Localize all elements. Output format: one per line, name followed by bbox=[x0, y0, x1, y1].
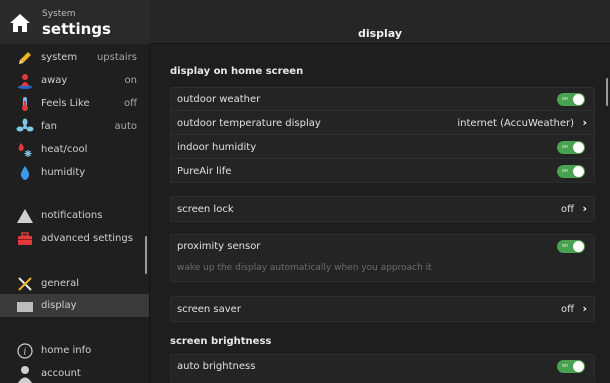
proximity-sensor-toggle[interactable]: on bbox=[557, 240, 585, 253]
sidebar: System settings system upstairs away on … bbox=[0, 0, 150, 383]
page-title: display bbox=[357, 27, 403, 40]
screen-saver-card: screen saver off › bbox=[170, 296, 595, 322]
sidebar-item-label: fan bbox=[41, 121, 57, 132]
sidebar-item-humidity[interactable]: humidity bbox=[0, 161, 149, 184]
sidebar-item-label: Feels Like bbox=[41, 98, 90, 109]
row-outdoor-weather[interactable]: outdoor weather on bbox=[171, 88, 594, 111]
main-header: display bbox=[150, 0, 610, 44]
sidebar-item-label: humidity bbox=[41, 167, 86, 178]
indoor-humidity-toggle[interactable]: on bbox=[557, 141, 585, 154]
sidebar-subtitle: System bbox=[42, 9, 76, 19]
screen-lock-card: screen lock off › bbox=[170, 196, 595, 222]
pureair-life-toggle[interactable]: on bbox=[557, 165, 585, 178]
sidebar-item-label: system bbox=[41, 52, 78, 63]
chevron-right-icon: › bbox=[582, 302, 587, 315]
row-value: off bbox=[560, 204, 574, 215]
toggle-knob bbox=[573, 361, 584, 372]
warning-triangle-icon bbox=[17, 209, 33, 223]
sidebar-item-fan[interactable]: fan auto bbox=[0, 115, 149, 138]
flame-snowflake-icon bbox=[18, 143, 32, 157]
section-title-home-screen: display on home screen bbox=[170, 66, 304, 77]
tools-icon bbox=[18, 277, 32, 291]
sidebar-item-notifications[interactable]: notifications bbox=[0, 204, 149, 227]
sidebar-item-label: advanced settings bbox=[41, 233, 133, 244]
row-label: outdoor temperature display bbox=[177, 118, 321, 129]
row-outdoor-temperature-display[interactable]: outdoor temperature display internet (Ac… bbox=[171, 112, 594, 135]
home-screen-card: outdoor weather on outdoor temperature d… bbox=[170, 87, 595, 183]
sidebar-item-home-info[interactable]: i home info bbox=[0, 339, 149, 362]
sidebar-scrollbar[interactable] bbox=[145, 236, 147, 274]
main-panel: display display on home screen outdoor w… bbox=[150, 0, 610, 383]
chevron-right-icon: › bbox=[582, 116, 587, 129]
toggle-on-label: on bbox=[562, 243, 569, 249]
toggle-knob bbox=[573, 142, 584, 153]
row-pureair-life[interactable]: PureAir life on bbox=[171, 160, 594, 183]
person-icon bbox=[18, 366, 32, 383]
water-drop-icon bbox=[20, 166, 30, 180]
toolbox-icon bbox=[18, 232, 32, 245]
toggle-on-label: on bbox=[562, 168, 569, 174]
row-indoor-humidity[interactable]: indoor humidity on bbox=[171, 136, 594, 159]
sidebar-item-label: home info bbox=[41, 345, 92, 356]
pencil-icon bbox=[19, 52, 31, 64]
toggle-knob bbox=[573, 241, 584, 252]
sidebar-item-label: heat/cool bbox=[41, 144, 88, 155]
info-icon: i bbox=[17, 343, 33, 359]
toggle-on-label: on bbox=[562, 363, 569, 369]
toggle-on-label: on bbox=[562, 144, 569, 150]
svg-text:i: i bbox=[24, 348, 27, 358]
chevron-right-icon: › bbox=[582, 202, 587, 215]
row-label: indoor humidity bbox=[177, 142, 257, 153]
toggle-knob bbox=[573, 166, 584, 177]
away-person-icon bbox=[18, 74, 32, 89]
fan-icon bbox=[16, 118, 34, 132]
sidebar-item-label: display bbox=[41, 300, 77, 311]
sidebar-item-display[interactable]: display bbox=[0, 294, 149, 317]
sidebar-item-label: general bbox=[41, 278, 80, 289]
sidebar-item-advanced-settings[interactable]: advanced settings bbox=[0, 227, 149, 250]
proximity-card: proximity sensor on wake up the display … bbox=[170, 234, 595, 282]
row-value: internet (AccuWeather) bbox=[457, 118, 574, 129]
row-label: screen saver bbox=[177, 304, 241, 315]
row-label: PureAir life bbox=[177, 166, 232, 177]
outdoor-weather-toggle[interactable]: on bbox=[557, 93, 585, 106]
row-value: off bbox=[560, 304, 574, 315]
sidebar-item-label: away bbox=[41, 75, 68, 86]
row-label: proximity sensor bbox=[177, 241, 261, 252]
sidebar-item-away[interactable]: away on bbox=[0, 69, 149, 92]
brightness-card: auto brightness on bbox=[170, 354, 595, 383]
sidebar-item-feels-like[interactable]: Feels Like off bbox=[0, 92, 149, 115]
sidebar-item-value: on bbox=[124, 75, 137, 86]
row-proximity-sensor[interactable]: proximity sensor on bbox=[171, 235, 594, 258]
thermometer-icon bbox=[22, 97, 28, 111]
sidebar-item-label: account bbox=[41, 368, 81, 379]
sidebar-item-label: notifications bbox=[41, 210, 103, 221]
row-label: screen lock bbox=[177, 204, 234, 215]
sidebar-item-account[interactable]: account bbox=[0, 362, 149, 383]
sidebar-header[interactable]: System settings bbox=[0, 0, 150, 44]
sidebar-item-value: off bbox=[123, 98, 137, 109]
sidebar-item-heat-cool[interactable]: heat/cool bbox=[0, 138, 149, 161]
toggle-on-label: on bbox=[562, 96, 569, 102]
auto-brightness-toggle[interactable]: on bbox=[557, 360, 585, 373]
sidebar-title: settings bbox=[42, 20, 111, 38]
row-auto-brightness[interactable]: auto brightness on bbox=[171, 355, 594, 378]
sidebar-item-system[interactable]: system upstairs bbox=[0, 46, 149, 69]
row-label: outdoor weather bbox=[177, 94, 261, 105]
row-screen-lock[interactable]: screen lock off › bbox=[171, 198, 594, 221]
section-title-brightness: screen brightness bbox=[170, 336, 272, 347]
home-icon[interactable] bbox=[9, 12, 31, 34]
proximity-description: wake up the display automatically when y… bbox=[177, 263, 432, 273]
main-scrollbar[interactable] bbox=[606, 78, 608, 106]
row-screen-saver[interactable]: screen saver off › bbox=[171, 298, 594, 321]
display-icon bbox=[17, 302, 33, 312]
sidebar-item-value: auto bbox=[114, 121, 137, 132]
toggle-knob bbox=[573, 94, 584, 105]
sidebar-item-value: upstairs bbox=[96, 52, 137, 63]
row-label: auto brightness bbox=[177, 361, 256, 372]
sidebar-item-general[interactable]: general bbox=[0, 272, 149, 295]
